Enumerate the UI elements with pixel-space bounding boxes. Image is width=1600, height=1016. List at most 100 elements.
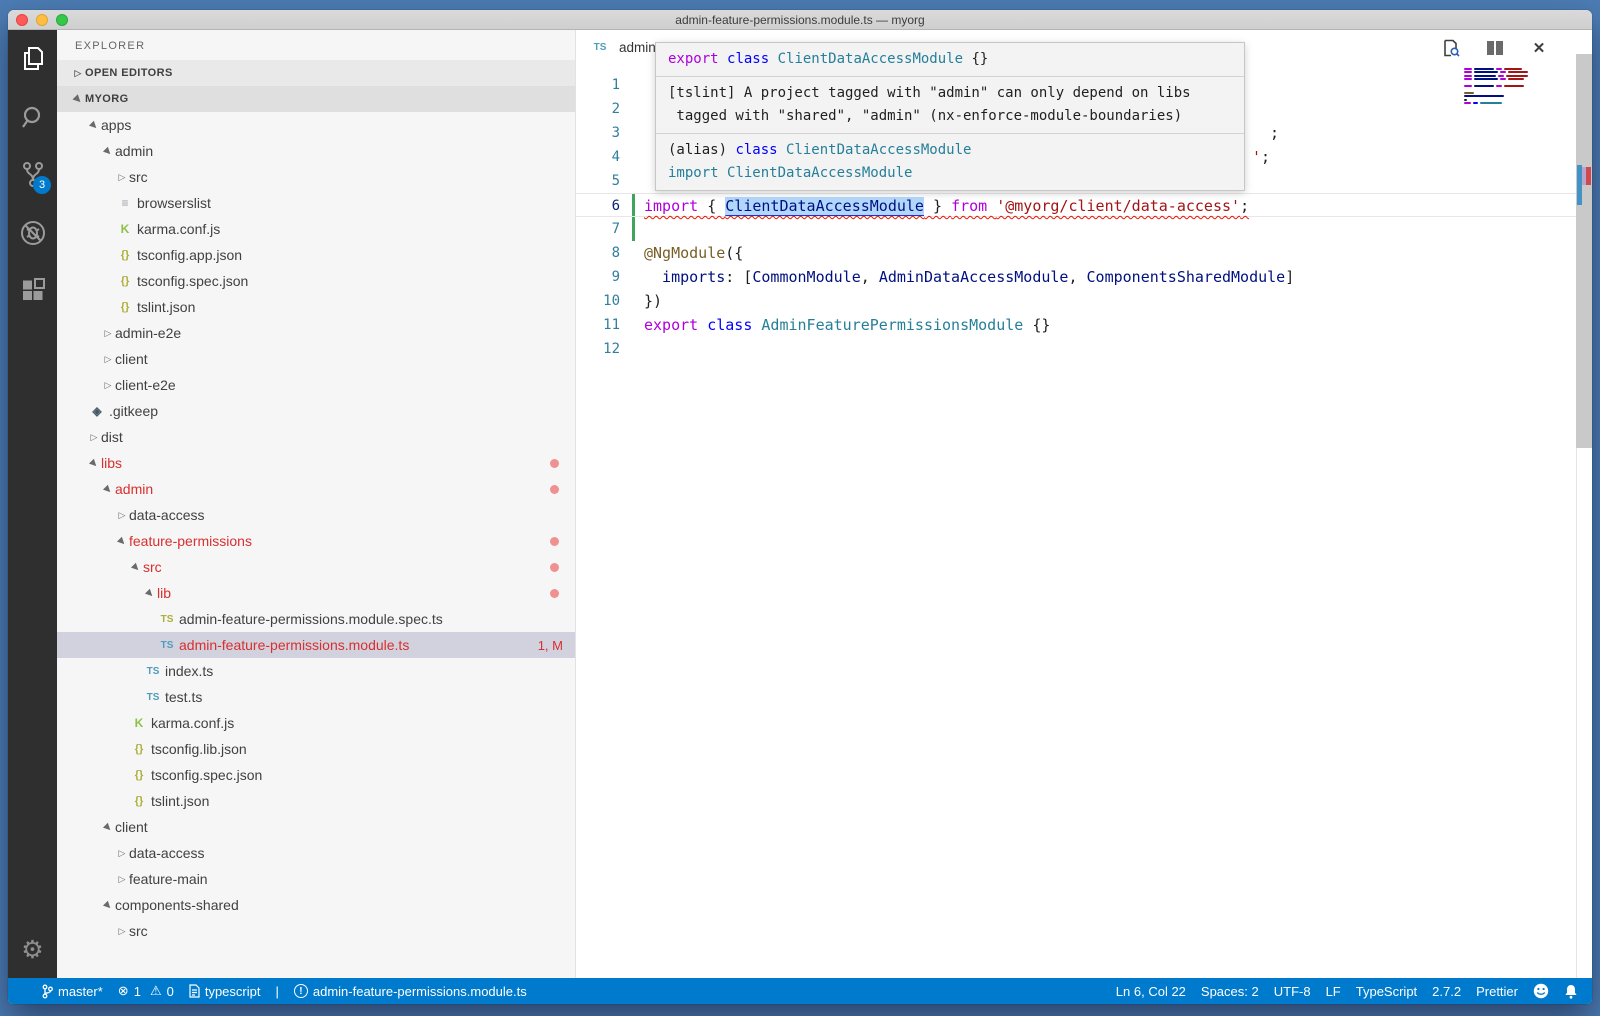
tree-row[interactable]: ▷client-e2e [57, 372, 575, 398]
tree-row[interactable]: ▶src [57, 554, 575, 580]
json-file-icon: {} [115, 275, 135, 287]
problems-status[interactable]: ⊗ 1 ⚠ 0 [118, 983, 174, 999]
error-count: 1 [134, 984, 141, 999]
close-editor-icon[interactable]: ✕ [1530, 39, 1548, 57]
tree-row[interactable]: {}tsconfig.lib.json [57, 736, 575, 762]
tree-item-label: feature-main [129, 871, 208, 887]
line-number: 6 [576, 194, 620, 216]
tree-row[interactable]: ≡browserslist [57, 190, 575, 216]
tree-row[interactable]: {}tslint.json [57, 294, 575, 320]
tree-row[interactable]: {}tsconfig.spec.json [57, 268, 575, 294]
tree-row[interactable]: ▷feature-main [57, 866, 575, 892]
code-line[interactable]: 6 import { ClientDataAccessModule } from … [576, 193, 1592, 217]
tree-item-label: admin-feature-permissions.module.ts [179, 637, 409, 653]
linter-status[interactable]: typescript [189, 984, 261, 999]
line-number: 10 [576, 289, 620, 313]
tree-item-label: src [129, 169, 148, 185]
tree-row[interactable]: ▷admin-e2e [57, 320, 575, 346]
tree-row[interactable]: ▶feature-permissions [57, 528, 575, 554]
chevron-collapsed-icon: ▷ [87, 432, 101, 443]
open-changes-icon[interactable] [1442, 39, 1460, 57]
zoom-window-button[interactable] [56, 14, 68, 26]
explorer-icon[interactable] [8, 30, 57, 88]
editor-area: TS admin-feature-permissions.module.ts [576, 30, 1592, 978]
split-editor-icon[interactable] [1486, 39, 1504, 57]
overview-ruler-scrollbar[interactable] [1576, 54, 1592, 448]
tree-row[interactable]: ▷data-access [57, 840, 575, 866]
tree-item-label: karma.conf.js [137, 221, 220, 237]
chevron-collapsed-icon: ▷ [115, 874, 129, 885]
encoding-status[interactable]: UTF-8 [1274, 984, 1311, 999]
alert-circle-icon: ! [294, 984, 308, 998]
tree-row[interactable]: ▶admin [57, 138, 575, 164]
code-line[interactable]: 11export class AdminFeaturePermissionsMo… [576, 313, 1592, 337]
file-problems-status[interactable]: ! admin-feature-permissions.module.ts [294, 984, 527, 999]
tree-row[interactable]: ▷data-access [57, 502, 575, 528]
tree-row[interactable]: ▶lib [57, 580, 575, 606]
workspace-root-section[interactable]: ▶ MYORG [57, 86, 575, 112]
json-file-icon: {} [115, 301, 135, 313]
notifications-bell-icon[interactable] [1564, 984, 1578, 999]
open-editors-section[interactable]: ▷ OPEN EDITORS [57, 60, 575, 86]
code-line[interactable]: 9 imports: [CommonModule, AdminDataAcces… [576, 265, 1592, 289]
eol-status[interactable]: LF [1326, 984, 1341, 999]
tree-item-label: data-access [129, 845, 204, 861]
tree-row[interactable]: Kkarma.conf.js [57, 710, 575, 736]
workspace-root-label: MYORG [85, 93, 129, 105]
tree-row[interactable]: ▶client [57, 814, 575, 840]
tree-row[interactable]: ▶libs [57, 450, 575, 476]
feedback-smiley-icon[interactable] [1533, 983, 1549, 999]
editor-actions: ✕ [1442, 39, 1548, 57]
search-icon[interactable] [8, 88, 57, 146]
settings-gear-icon[interactable]: ⚙ [8, 922, 57, 978]
typescript-file-icon: TS [143, 666, 163, 677]
tree-row[interactable]: ▶apps [57, 112, 575, 138]
tree-row[interactable]: TSadmin-feature-permissions.module.spec.… [57, 606, 575, 632]
tree-item-label: lib [157, 585, 171, 601]
code-line[interactable]: 8@NgModule({ [576, 241, 1592, 265]
json-file-icon: {} [115, 249, 135, 261]
typescript-file-icon: TS [157, 640, 177, 651]
formatter-status[interactable]: Prettier [1476, 984, 1518, 999]
chevron-collapsed-icon: ▷ [115, 510, 129, 521]
code-line[interactable]: 7 [576, 217, 1592, 241]
tree-row[interactable]: ▷src [57, 164, 575, 190]
indentation-status[interactable]: Spaces: 2 [1201, 984, 1259, 999]
code-line[interactable]: 12 [576, 337, 1592, 361]
close-window-button[interactable] [16, 14, 28, 26]
cursor-position-status[interactable]: Ln 6, Col 22 [1116, 984, 1186, 999]
line-number: 12 [576, 337, 620, 361]
tree-row[interactable]: TSadmin-feature-permissions.module.ts1, … [57, 632, 575, 658]
chevron-collapsed-icon: ▷ [115, 926, 129, 937]
chevron-collapsed-icon: ▷ [71, 68, 85, 79]
sidebar-title: EXPLORER [57, 30, 575, 60]
language-mode-status[interactable]: TypeScript [1356, 984, 1417, 999]
debug-icon[interactable] [8, 204, 57, 262]
tree-row[interactable]: ▶components-shared [57, 892, 575, 918]
tree-row[interactable]: {}tsconfig.spec.json [57, 762, 575, 788]
minimap[interactable] [1464, 68, 1530, 109]
source-control-icon[interactable]: 3 [8, 146, 57, 204]
status-file-name: admin-feature-permissions.module.ts [313, 984, 527, 999]
vscode-window: admin-feature-permissions.module.ts — my… [8, 10, 1592, 1004]
tree-row[interactable]: ▷client [57, 346, 575, 372]
tree-row[interactable]: {}tslint.json [57, 788, 575, 814]
tree-row[interactable]: TStest.ts [57, 684, 575, 710]
git-branch-status[interactable]: master* [42, 984, 103, 999]
tree-row[interactable]: ▶admin [57, 476, 575, 502]
tree-item-label: tslint.json [137, 299, 195, 315]
json-file-icon: {} [129, 795, 149, 807]
minimize-window-button[interactable] [36, 14, 48, 26]
tree-row[interactable]: ◈.gitkeep [57, 398, 575, 424]
tree-row[interactable]: Kkarma.conf.js [57, 216, 575, 242]
line-number: 8 [576, 241, 620, 265]
extensions-icon[interactable] [8, 262, 57, 320]
code-line[interactable]: 10}) [576, 289, 1592, 313]
typescript-file-icon: TS [143, 692, 163, 703]
error-squiggle: import { ClientDataAccessModule } from '… [644, 197, 1249, 215]
ts-version-status[interactable]: 2.7.2 [1432, 984, 1461, 999]
tree-row[interactable]: ▷dist [57, 424, 575, 450]
tree-row[interactable]: TSindex.ts [57, 658, 575, 684]
tree-row[interactable]: ▷src [57, 918, 575, 944]
tree-row[interactable]: {}tsconfig.app.json [57, 242, 575, 268]
